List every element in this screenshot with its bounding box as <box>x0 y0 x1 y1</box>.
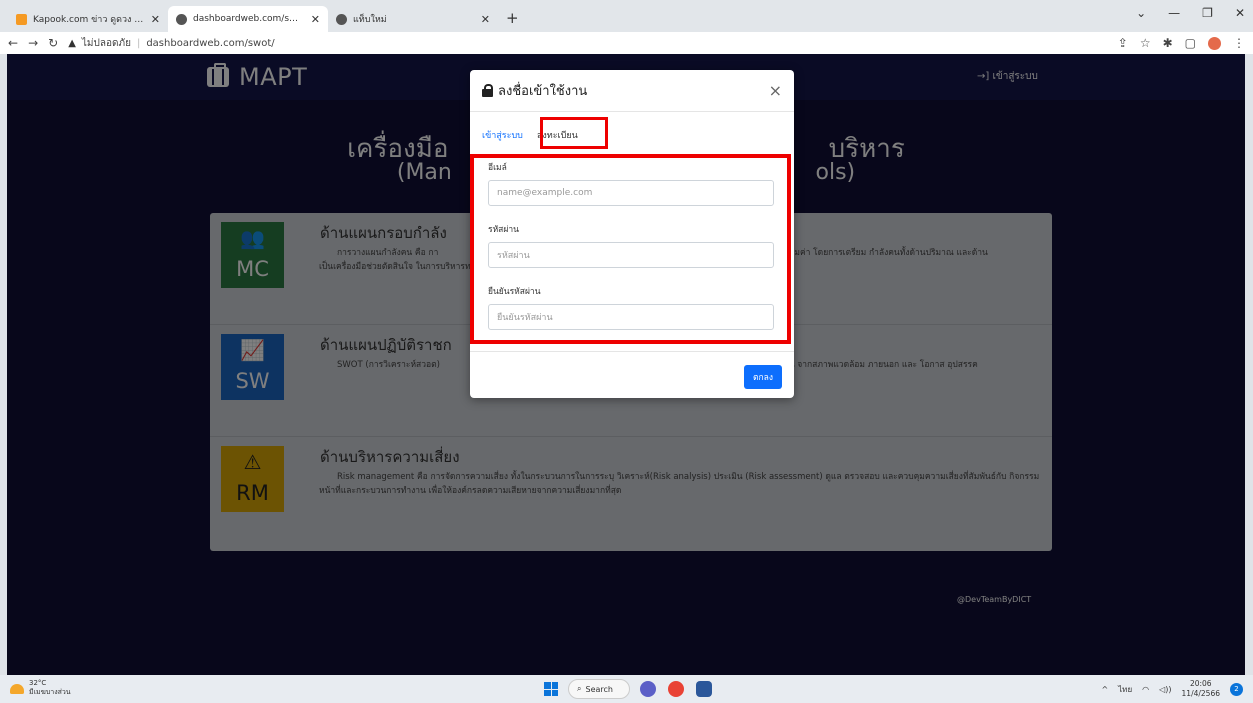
tab-login[interactable]: เข้าสู่ระบบ <box>482 128 523 142</box>
forward-arrow-icon[interactable]: → <box>28 36 38 50</box>
modal-title: ลงชื่อเข้าใช้งาน <box>498 84 588 99</box>
wifi-icon[interactable]: ◠ <box>1142 685 1149 694</box>
weather-condition: มีเมฆบางส่วน <box>29 688 71 696</box>
tab-title: dashboardweb.com/swot/ <box>193 14 305 24</box>
lock-icon <box>482 84 493 97</box>
url-field[interactable]: ▲ ไม่ปลอดภัย | dashboardweb.com/swot/ <box>68 36 274 51</box>
notification-badge[interactable]: 2 <box>1230 682 1243 696</box>
search-label: Search <box>585 684 613 694</box>
tab-title: แท็บใหม่ <box>353 15 387 25</box>
url-text[interactable]: dashboardweb.com/swot/ <box>146 38 274 49</box>
close-tab-icon[interactable]: ✕ <box>481 13 490 26</box>
globe-icon <box>336 13 347 25</box>
chrome-icon[interactable] <box>668 681 684 697</box>
date: 11/4/2566 <box>1181 689 1220 698</box>
modal-header: ลงชื่อเข้าใช้งาน × <box>470 70 794 112</box>
time: 20:06 <box>1189 679 1212 688</box>
side-panel-icon[interactable]: ▢ <box>1185 36 1196 50</box>
language-indicator[interactable]: ไทย <box>1118 683 1132 696</box>
chat-icon[interactable] <box>640 681 656 697</box>
menu-dots-icon[interactable]: ⋮ <box>1233 36 1245 50</box>
back-arrow-icon[interactable]: ← <box>8 36 18 50</box>
address-bar: ← → ↻ ▲ ไม่ปลอดภัย | dashboardweb.com/sw… <box>0 32 1253 54</box>
tab-title: Kapook.com ข่าว ดูดวง ตรวจหวย ดูละคร <box>33 15 145 25</box>
close-window-button[interactable]: ✕ <box>1235 6 1245 20</box>
windows-start-icon[interactable] <box>544 682 558 696</box>
temperature: 32°C <box>29 679 47 687</box>
extensions-icon[interactable]: ✱ <box>1163 36 1173 50</box>
web-page: MAPT →] เข้าสู่ระบบ เครื่องมือ บริหาร (M… <box>7 54 1245 675</box>
chevron-up-icon[interactable]: ^ <box>1101 685 1108 694</box>
close-tab-icon[interactable]: ✕ <box>151 13 160 26</box>
browser-tab-swot[interactable]: dashboardweb.com/swot/ ✕ <box>168 6 328 32</box>
browser-toolbar: ⇪ ☆ ✱ ▢ ⋮ <box>1118 36 1245 50</box>
browser-tab-bar: Kapook.com ข่าว ดูดวง ตรวจหวย ดูละคร ✕ d… <box>0 0 1253 32</box>
reload-icon[interactable]: ↻ <box>48 36 58 50</box>
browser-tab-new[interactable]: แท็บใหม่ ✕ <box>328 6 498 32</box>
search-icon: ⌕ <box>577 684 582 693</box>
highlight-form <box>470 154 791 344</box>
warning-icon[interactable]: ▲ <box>68 38 76 49</box>
weather-widget[interactable]: 32°C มีเมฆบางส่วน <box>10 679 71 698</box>
kapook-favicon-icon <box>16 13 27 25</box>
highlight-register-tab <box>540 117 608 149</box>
bookmark-star-icon[interactable]: ☆ <box>1140 36 1151 50</box>
close-tab-icon[interactable]: ✕ <box>311 13 320 26</box>
window-controls: ⌄ — ❐ ✕ <box>1136 6 1245 20</box>
modal-footer: ตกลง <box>470 351 794 398</box>
browser-tab-kapook[interactable]: Kapook.com ข่าว ดูดวง ตรวจหวย ดูละคร ✕ <box>8 6 168 32</box>
url-separator: | <box>136 37 141 49</box>
word-icon[interactable] <box>696 681 712 697</box>
system-tray: ^ ไทย ◠ ◁)) 20:06 11/4/2566 2 <box>1101 679 1243 699</box>
volume-icon[interactable]: ◁)) <box>1159 685 1171 694</box>
weather-icon <box>10 683 24 694</box>
taskbar: 32°C มีเมฆบางส่วน ⌕ Search ^ ไทย ◠ ◁)) 2… <box>0 675 1253 703</box>
share-icon[interactable]: ⇪ <box>1118 36 1128 50</box>
tab-search-chevron-icon[interactable]: ⌄ <box>1136 6 1146 20</box>
profile-avatar[interactable] <box>1208 36 1221 50</box>
close-modal-button[interactable]: × <box>769 81 782 100</box>
minimize-button[interactable]: — <box>1168 6 1180 20</box>
security-label[interactable]: ไม่ปลอดภัย <box>82 36 131 51</box>
clock[interactable]: 20:06 11/4/2566 <box>1182 679 1220 699</box>
maximize-button[interactable]: ❐ <box>1202 6 1213 20</box>
taskbar-search[interactable]: ⌕ Search <box>568 679 630 699</box>
globe-icon <box>176 13 187 25</box>
new-tab-button[interactable]: + <box>498 9 527 32</box>
submit-button[interactable]: ตกลง <box>744 365 782 389</box>
